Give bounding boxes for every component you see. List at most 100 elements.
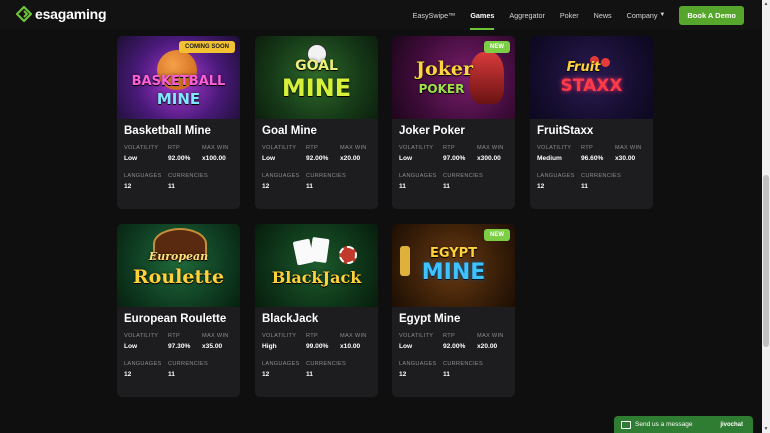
currencies-value: 11 [581, 183, 588, 190]
rtp-value: 97.30% [168, 343, 191, 350]
casino-chip-icon [339, 246, 357, 264]
game-card-egypt-mine[interactable]: EGYPT MINE NEW Egypt Mine VOLATILITY RTP… [392, 224, 515, 397]
game-title: Joker Poker [399, 125, 465, 137]
currencies-label: CURRENCIES [168, 173, 208, 179]
art-title-line1: GOAL [295, 58, 338, 74]
volatility-label: VOLATILITY [124, 145, 159, 151]
max-win-value: x20.00 [340, 155, 361, 162]
languages-value: 11 [399, 183, 406, 190]
game-card-basketball-mine[interactable]: BASKETBALL MINE COMING SOON Basketball M… [117, 36, 240, 209]
art-title-line1: European [148, 250, 209, 263]
rtp-value: 96.60% [581, 155, 604, 162]
art-title-line1: Joker [416, 58, 473, 80]
max-win-label: MAX WIN [615, 145, 642, 151]
languages-label: LANGUAGES [399, 173, 437, 179]
languages-value: 12 [262, 371, 270, 378]
languages-label: LANGUAGES [537, 173, 575, 179]
art-title-line2: POKER [418, 82, 465, 96]
currencies-value: 11 [443, 371, 450, 378]
nav-item-news[interactable]: News [594, 0, 612, 30]
languages-label: LANGUAGES [262, 173, 300, 179]
scroll-down-arrow-icon[interactable]: ▼ [762, 425, 770, 433]
rtp-value: 99.00% [306, 343, 329, 350]
currencies-value: 11 [168, 371, 175, 378]
art-title-line2: MINE [281, 74, 352, 102]
game-card-blackjack[interactable]: BlackJack BlackJack VOLATILITY RTP MAX W… [255, 224, 378, 397]
nav-item-company[interactable]: Company ▼ [627, 0, 666, 30]
game-title: BlackJack [262, 313, 319, 325]
new-badge: NEW [484, 229, 510, 241]
rtp-label: RTP [443, 145, 455, 151]
art-title-line2: BlackJack [271, 268, 362, 287]
rtp-value: 97.00% [443, 155, 466, 162]
languages-value: 12 [124, 371, 132, 378]
art-title-line2: Roulette [132, 266, 225, 288]
rtp-label: RTP [581, 145, 593, 151]
jivochat-brand: jivochat [720, 421, 743, 428]
currencies-label: CURRENCIES [443, 173, 483, 179]
scroll-up-arrow-icon[interactable]: ▲ [762, 0, 770, 8]
game-card-european-roulette[interactable]: European Roulette European Roulette VOLA… [117, 224, 240, 397]
game-art-european-roulette: European Roulette [117, 224, 240, 307]
currencies-value: 11 [443, 183, 450, 190]
game-title: Egypt Mine [399, 313, 461, 325]
game-card-goal-mine[interactable]: GOAL MINE Goal Mine VOLATILITY RTP MAX W… [255, 36, 378, 209]
nav-item-poker[interactable]: Poker [560, 0, 579, 30]
game-art-egypt-mine: EGYPT MINE NEW [392, 224, 515, 307]
max-win-value: x100.00 [202, 155, 226, 162]
game-art-basketball-mine: BASKETBALL MINE COMING SOON [117, 36, 240, 119]
nav-item-company-label: Company [626, 10, 658, 20]
game-art-fruitstaxx: Fruit STAXX [530, 36, 653, 119]
game-title: FruitStaxx [537, 125, 594, 137]
nav-item-games[interactable]: Games [470, 0, 494, 30]
chevron-down-icon: ▼ [659, 12, 666, 18]
game-title: European Roulette [124, 313, 227, 325]
book-demo-button[interactable]: Book A Demo [679, 5, 744, 25]
rtp-value: 92.00% [306, 155, 329, 162]
max-win-value: x10.00 [340, 343, 361, 350]
art-title-line1: EGYPT [429, 246, 478, 261]
nav-item-easyswipe[interactable]: EasySwipe™ [413, 0, 456, 30]
game-title: Goal Mine [262, 125, 317, 137]
max-win-value: x300.00 [477, 155, 501, 162]
rtp-value: 92.00% [443, 343, 466, 350]
max-win-label: MAX WIN [477, 333, 504, 339]
game-art-joker-poker: Joker POKER NEW [392, 36, 515, 119]
nav-item-aggregator[interactable]: Aggregator [509, 0, 545, 30]
new-badge: NEW [484, 41, 510, 53]
brand-name: esagaming [35, 6, 107, 22]
volatility-value: Low [262, 155, 276, 162]
max-win-label: MAX WIN [477, 145, 504, 151]
languages-value: 12 [262, 183, 270, 190]
esagaming-logo-icon [16, 6, 32, 22]
volatility-label: VOLATILITY [399, 145, 434, 151]
scrollbar-thumb[interactable] [763, 175, 769, 347]
languages-value: 12 [399, 371, 407, 378]
game-art-goal-mine: GOAL MINE [255, 36, 378, 119]
chat-widget-label: Send us a message [635, 421, 693, 428]
rtp-label: RTP [443, 333, 455, 339]
art-title-line1: Fruit [566, 60, 601, 75]
rtp-label: RTP [168, 333, 180, 339]
max-win-label: MAX WIN [340, 145, 367, 151]
volatility-label: VOLATILITY [537, 145, 572, 151]
rtp-label: RTP [168, 145, 180, 151]
languages-label: LANGUAGES [262, 361, 300, 367]
currencies-label: CURRENCIES [306, 173, 346, 179]
volatility-value: Low [399, 343, 413, 350]
game-card-joker-poker[interactable]: Joker POKER NEW Joker Poker VOLATILITY R… [392, 36, 515, 209]
currencies-label: CURRENCIES [581, 173, 621, 179]
volatility-value: Low [124, 155, 138, 162]
languages-label: LANGUAGES [399, 361, 437, 367]
art-title-line2: MINE [156, 90, 201, 108]
languages-value: 12 [537, 183, 545, 190]
rtp-label: RTP [306, 145, 318, 151]
volatility-label: VOLATILITY [124, 333, 159, 339]
currencies-value: 11 [306, 371, 313, 378]
game-card-fruitstaxx[interactable]: Fruit STAXX FruitStaxx VOLATILITY RTP MA… [530, 36, 653, 209]
esagaming-logo[interactable]: esagaming [16, 6, 107, 22]
page-scrollbar[interactable]: ▲ ▼ [762, 0, 770, 433]
chat-widget[interactable]: Send us a message jivochat [614, 416, 753, 433]
art-title-line2: STAXX [560, 76, 623, 96]
game-title: Basketball Mine [124, 125, 211, 137]
